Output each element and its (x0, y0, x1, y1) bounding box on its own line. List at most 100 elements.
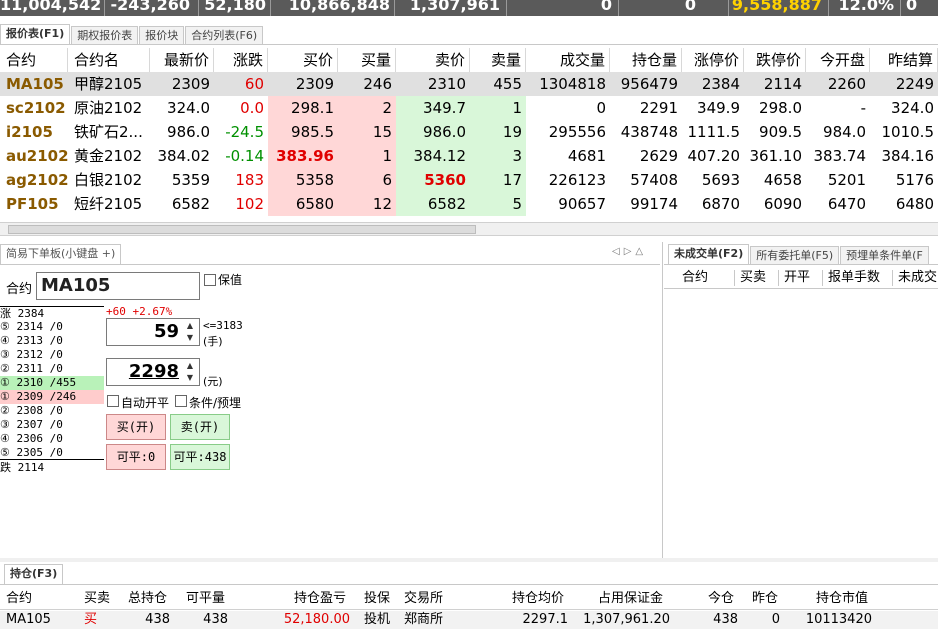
col-ask[interactable]: 卖价 (396, 48, 470, 72)
ask-level-1[interactable]: ① 2310 /455 (0, 376, 104, 390)
col-total-position[interactable]: 总持仓 (128, 590, 167, 608)
col-position-pnl[interactable]: 持仓盈亏 (294, 590, 346, 608)
cell-bid: 2309 (295, 75, 334, 93)
cell-prev-position: 0 (771, 612, 780, 627)
col-name[interactable]: 合约名 (68, 48, 150, 72)
col-avg-price[interactable]: 持仓均价 (512, 590, 564, 608)
cell-name: 白银2102 (74, 171, 143, 189)
hedge-checkbox[interactable] (204, 274, 216, 286)
tab-option-quote[interactable]: 期权报价表 (71, 26, 139, 44)
limit-up-price[interactable]: 涨 2384 (0, 306, 104, 320)
summary-value: 11,004,542 (0, 0, 102, 14)
cell-open: 984.0 (823, 123, 866, 141)
cell-ask: 986.0 (396, 120, 470, 144)
close-sell-button[interactable]: 可平:438 (170, 444, 230, 470)
table-row[interactable]: MA105 买 438 438 52,180.00 投机 郑商所 2297.1 … (0, 611, 938, 629)
col-hedge-flag[interactable]: 投保 (364, 590, 390, 608)
close-buy-button[interactable]: 可平:0 (106, 444, 166, 470)
auto-open-close-label: 自动开平 (121, 396, 170, 410)
cell-total-position: 438 (145, 612, 170, 627)
table-row[interactable]: i2105 铁矿石2... 986.0 -24.5 985.5 15 986.0… (0, 120, 938, 144)
col-closable[interactable]: 可平量 (186, 590, 225, 608)
col-exchange[interactable]: 交易所 (404, 590, 443, 608)
tab-contract-list[interactable]: 合约列表(F6) (185, 26, 264, 44)
quantity-unit: (手) (203, 335, 223, 348)
col-open[interactable]: 今开盘 (806, 48, 870, 72)
auto-open-close-checkbox[interactable] (107, 395, 119, 407)
sell-open-button[interactable]: 卖(开) (170, 414, 230, 440)
increase-arrow-icon[interactable]: ▲ (183, 320, 197, 332)
col-limit-down[interactable]: 跌停价 (744, 48, 806, 72)
summary-value: -243,260 (110, 0, 190, 14)
col-order-qty[interactable]: 报单手数 (828, 269, 880, 287)
col-today-position[interactable]: 今仓 (708, 590, 734, 608)
buy-open-button[interactable]: 买(开) (106, 414, 166, 440)
col-volume[interactable]: 成交量 (526, 48, 610, 72)
cell-volume: 295556 (548, 123, 606, 141)
tab-conditional-orders[interactable]: 预埋单条件单(F (840, 246, 929, 264)
cell-limit-up: 1111.5 (687, 123, 741, 141)
col-side[interactable]: 买卖 (740, 269, 766, 287)
account-summary-bar: 11,004,542 -243,260 52,180 10,866,848 1,… (0, 0, 938, 16)
col-unfilled[interactable]: 未成交 (898, 269, 937, 287)
cell-bid: 6580 (268, 192, 338, 216)
summary-value: 10,866,848 (288, 0, 390, 14)
col-open-interest[interactable]: 持仓量 (610, 48, 682, 72)
cell-position-pnl: 52,180.00 (283, 612, 350, 627)
price-stepper[interactable]: 2298 ▲ ▼ (106, 358, 200, 386)
col-contract[interactable]: 合约 (0, 48, 68, 72)
ask-level-5[interactable]: ⑤ 2314 /0 (0, 320, 104, 334)
col-contract[interactable]: 合约 (6, 590, 32, 608)
increase-arrow-icon[interactable]: ▲ (183, 360, 197, 372)
cell-name: 铁矿石2... (74, 123, 143, 141)
table-row[interactable]: sc2102 原油2102 324.0 0.0 298.1 2 349.7 1 … (0, 96, 938, 120)
cell-change: 60 (244, 75, 264, 93)
quantity-stepper[interactable]: 59 ▲ ▼ (106, 318, 200, 346)
table-row[interactable]: ag2102 白银2102 5359 183 5358 6 5360 17 22… (0, 168, 938, 192)
col-prev-position[interactable]: 昨仓 (752, 590, 778, 608)
ask-level-3[interactable]: ③ 2312 /0 (0, 348, 104, 362)
ask-level-2[interactable]: ② 2311 /0 (0, 362, 104, 376)
tab-positions[interactable]: 持仓(F3) (4, 564, 64, 584)
col-ask-vol[interactable]: 卖量 (470, 48, 526, 72)
table-row[interactable]: PF105 短纤2105 6582 102 6580 12 6582 5 906… (0, 192, 938, 216)
bid-level-5[interactable]: ⑤ 2305 /0 (0, 446, 104, 460)
col-market-value[interactable]: 持仓市值 (816, 590, 868, 608)
col-prev-settle[interactable]: 昨结算 (870, 48, 938, 72)
tab-pending-orders[interactable]: 未成交单(F2) (668, 244, 750, 264)
contract-input[interactable]: MA105 (36, 272, 200, 300)
scrollbar-thumb[interactable] (8, 225, 476, 234)
bid-level-1[interactable]: ① 2309 /246 (0, 390, 104, 404)
col-limit-up[interactable]: 涨停价 (682, 48, 744, 72)
col-side[interactable]: 买卖 (84, 590, 110, 608)
tab-quote-block[interactable]: 报价块 (139, 26, 185, 44)
cell-limit-down: 909.5 (759, 123, 802, 141)
tab-simple-order[interactable]: 简易下单板(小键盘 +) (0, 244, 122, 264)
condition-checkbox[interactable] (175, 395, 187, 407)
col-bid[interactable]: 买价 (268, 48, 338, 72)
table-row[interactable]: au2102 黄金2102 384.02 -0.14 383.96 1 384.… (0, 144, 938, 168)
col-bid-vol[interactable]: 买量 (338, 48, 396, 72)
decrease-arrow-icon[interactable]: ▼ (183, 372, 197, 384)
panel-nav-arrows[interactable]: ◁▷△ (612, 246, 647, 257)
col-change[interactable]: 涨跌 (214, 48, 268, 72)
col-margin[interactable]: 占用保证金 (598, 590, 663, 608)
ask-level-4[interactable]: ④ 2313 /0 (0, 334, 104, 348)
table-row[interactable]: MA105 甲醇2105 2309 60 2309 246 2310 455 1… (0, 72, 938, 96)
tab-all-orders[interactable]: 所有委托单(F5) (750, 246, 840, 264)
col-open-close[interactable]: 开平 (784, 269, 810, 287)
decrease-arrow-icon[interactable]: ▼ (183, 332, 197, 344)
bid-level-3[interactable]: ③ 2307 /0 (0, 418, 104, 432)
bid-level-4[interactable]: ④ 2306 /0 (0, 432, 104, 446)
cell-contract: MA105 (6, 75, 64, 93)
quote-horizontal-scrollbar[interactable] (0, 222, 938, 236)
tab-quote-table[interactable]: 报价表(F1) (0, 24, 71, 44)
limit-down-price[interactable]: 跌 2114 (0, 461, 104, 475)
cell-avg-price: 2297.1 (522, 612, 569, 627)
col-last[interactable]: 最新价 (150, 48, 214, 72)
col-contract[interactable]: 合约 (682, 269, 708, 287)
bid-level-2[interactable]: ② 2308 /0 (0, 404, 104, 418)
position-tabs: 持仓(F3) (4, 564, 64, 584)
cell-bid: 383.96 (268, 144, 338, 168)
cell-open-interest: 57408 (630, 171, 678, 189)
